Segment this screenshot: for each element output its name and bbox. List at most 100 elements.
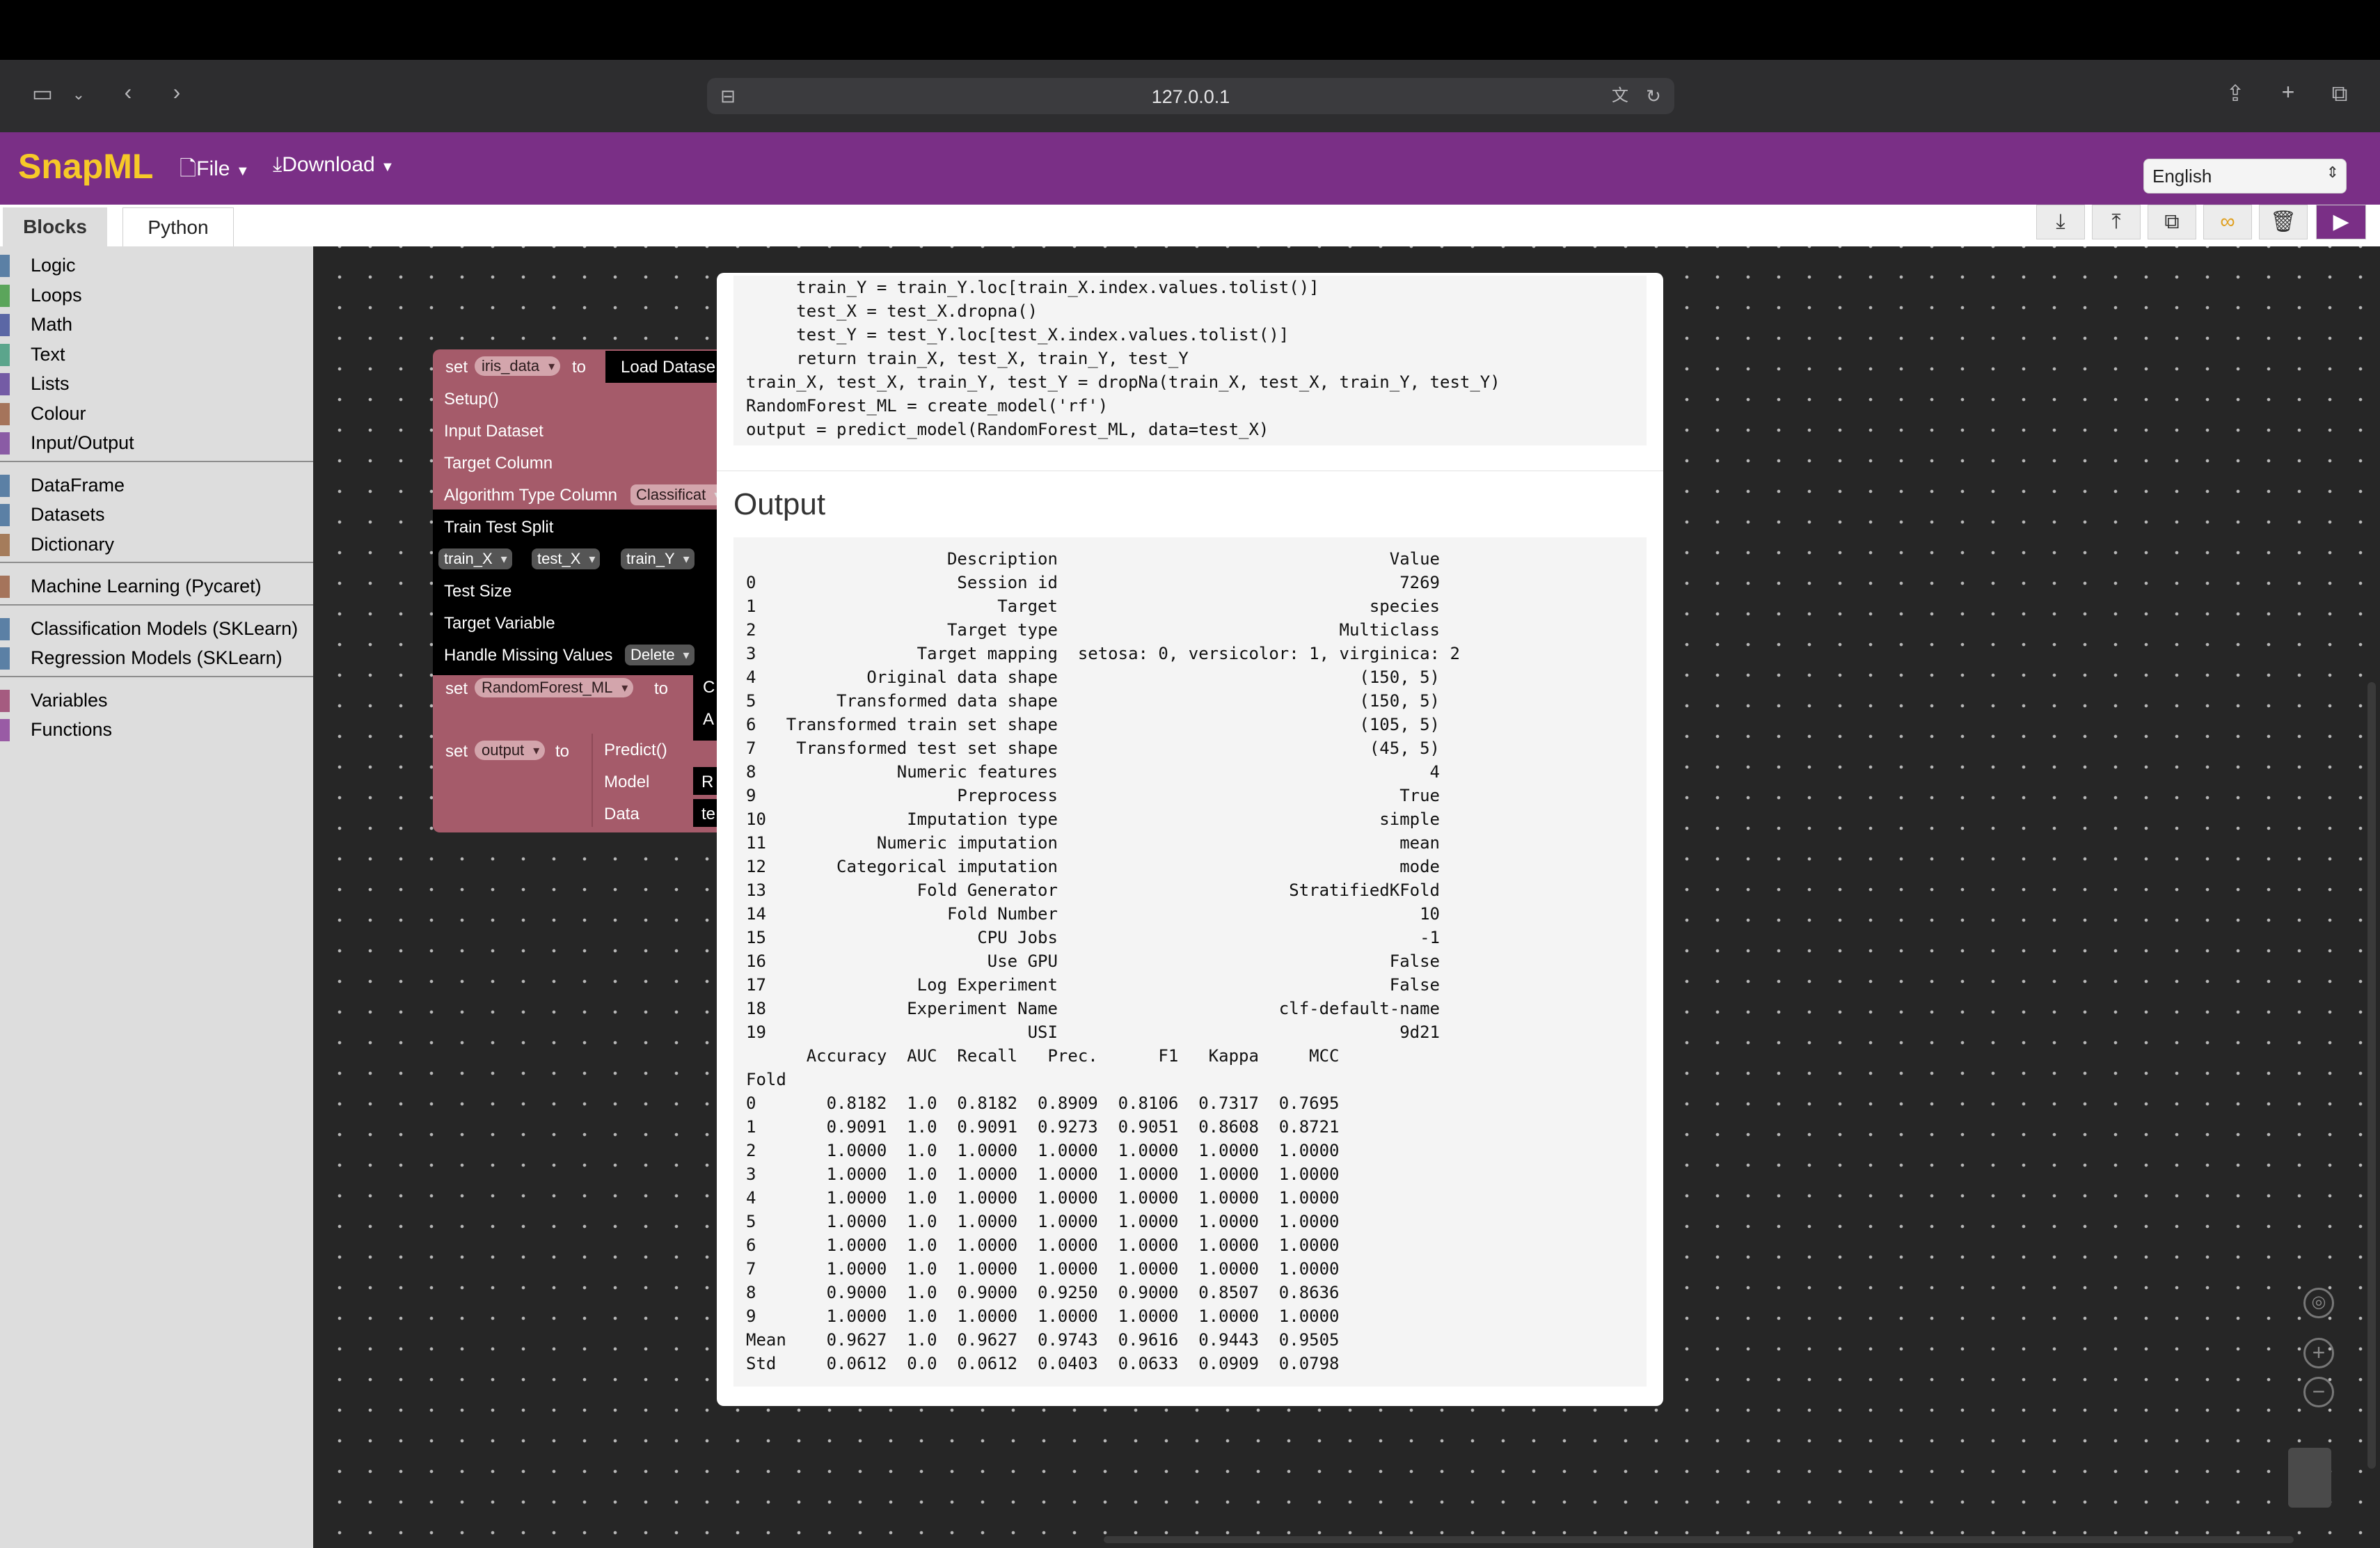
test-x-dropdown[interactable]: test_X — [532, 548, 601, 569]
sidebar-item-dataframe[interactable]: DataFrame — [0, 472, 313, 500]
train-y-dropdown[interactable]: train_Y — [621, 548, 695, 569]
data-input-value: te — [701, 805, 716, 823]
target-column-label: Target Column — [444, 454, 553, 473]
translate-icon[interactable]: 文 — [1606, 82, 1634, 110]
randomforest-dropdown[interactable]: RandomForest_ML — [475, 678, 634, 697]
category-color-swatch — [0, 474, 10, 497]
sidebar-item-loops[interactable]: Loops — [0, 282, 313, 310]
sidebar-item-label: Dictionary — [31, 533, 115, 555]
tab-bar — [0, 205, 2380, 247]
language-select[interactable]: English ⇕ — [2143, 159, 2347, 194]
sidebar-item-classification-models-sklearn[interactable]: Classification Models (SKLearn) — [0, 615, 313, 643]
os-top-bar — [0, 0, 2380, 60]
create-model-c: C — [703, 678, 715, 697]
chevron-down-icon[interactable]: ⌄ — [68, 81, 89, 109]
category-color-swatch — [0, 255, 10, 277]
share-icon[interactable]: ⇪ — [2220, 79, 2251, 107]
sidebar-item-colour[interactable]: Colour — [0, 400, 313, 428]
file-menu-label: File — [196, 157, 230, 180]
sidebar-item-label: Loops — [31, 284, 82, 306]
language-value: English — [2152, 166, 2212, 187]
back-icon[interactable]: ‹ — [116, 78, 141, 106]
sidebar-item-label: Lists — [31, 373, 70, 394]
sidebar-item-label: Regression Models (SKLearn) — [31, 647, 283, 668]
sidebar-item-dictionary[interactable]: Dictionary — [0, 531, 313, 559]
address-bar[interactable]: ⊟ 127.0.0.1 文 ↻ — [707, 78, 1674, 114]
setup-label: Setup() — [444, 390, 499, 409]
iris-data-dropdown[interactable]: iris_data — [475, 356, 561, 376]
category-color-swatch — [0, 504, 10, 526]
python-code-block: train_Y = train_Y.loc[train_X.index.valu… — [733, 276, 1647, 445]
app-logo: SnapML — [18, 147, 154, 186]
test-size-label: Test Size — [444, 582, 512, 601]
zoom-in-icon[interactable]: + — [2303, 1338, 2334, 1368]
recenter-icon[interactable]: ◎ — [2303, 1288, 2334, 1318]
sidebar-item-regression-models-sklearn[interactable]: Regression Models (SKLearn) — [0, 645, 313, 672]
save-icon[interactable]: ⤓ — [2036, 205, 2085, 239]
category-color-swatch — [0, 314, 10, 336]
to-keyword: to — [572, 358, 587, 377]
input-dataset-label: Input Dataset — [444, 422, 544, 441]
set-keyword: set — [445, 358, 468, 377]
sidebar-item-math[interactable]: Math — [0, 311, 313, 339]
tab-python[interactable]: Python — [122, 207, 234, 246]
category-color-swatch — [0, 533, 10, 556]
download-menu[interactable]: ⤓Download ▼ — [273, 153, 395, 177]
sidebar-separator — [0, 460, 313, 462]
sidebar-item-label: Datasets — [31, 504, 105, 525]
new-tab-icon[interactable]: + — [2273, 78, 2303, 106]
workspace-trash-icon[interactable] — [2288, 1448, 2331, 1508]
train-x-dropdown[interactable]: train_X — [438, 548, 512, 569]
output-dropdown[interactable]: output — [475, 741, 546, 760]
caret-down-icon: ▼ — [235, 164, 250, 179]
set-keyword-rf: set — [445, 679, 468, 698]
vertical-scrollbar[interactable] — [2367, 682, 2376, 1469]
zoom-out-icon[interactable]: − — [2303, 1377, 2334, 1407]
sidebar-item-label: Variables — [31, 689, 108, 711]
output-panel[interactable]: train_Y = train_Y.loc[train_X.index.valu… — [717, 273, 1663, 1406]
run-button[interactable]: ▶ — [2316, 205, 2366, 239]
train-test-split-label: Train Test Split — [444, 518, 554, 537]
url-text: 127.0.0.1 — [1151, 86, 1230, 107]
sidebar-item-label: Colour — [31, 402, 86, 424]
reload-icon[interactable]: ↻ — [1640, 82, 1667, 110]
forward-icon[interactable]: › — [164, 78, 189, 106]
sidebar-item-text[interactable]: Text — [0, 341, 313, 369]
horizontal-scrollbar[interactable] — [1104, 1536, 2294, 1543]
copy-icon[interactable]: ⧉ — [2148, 205, 2196, 239]
sidebar-item-label: Functions — [31, 719, 113, 740]
sidebar-item-logic[interactable]: Logic — [0, 252, 313, 280]
sidebar-toggle-icon[interactable]: ▭ — [26, 79, 58, 107]
sidebar-separator — [0, 675, 313, 677]
output-results-block: Description Value 0 Session id 7269 1 Ta… — [733, 537, 1647, 1387]
download-icon: ⤓ — [273, 153, 283, 176]
sidebar-item-variables[interactable]: Variables — [0, 687, 313, 715]
sidebar-item-datasets[interactable]: Datasets — [0, 501, 313, 529]
sidebar-item-label: Math — [31, 314, 73, 335]
load-dataset-label: Load Datase — [621, 358, 716, 377]
output-results-text: Description Value 0 Session id 7269 1 Ta… — [746, 549, 1460, 1373]
model-input-value: R — [701, 773, 714, 791]
predict-label: Predict() — [604, 741, 667, 759]
sidebar-item-lists[interactable]: Lists — [0, 370, 313, 398]
trash-icon[interactable]: 🗑 — [2259, 205, 2308, 239]
link-icon[interactable]: ∞ — [2203, 205, 2252, 239]
category-color-swatch — [0, 402, 10, 425]
tab-blocks[interactable]: Blocks — [3, 207, 107, 246]
sidebar-item-label: DataFrame — [31, 474, 125, 496]
caret-down-icon: ▼ — [381, 159, 395, 175]
upload-icon[interactable]: ⤒ — [2092, 205, 2141, 239]
sidebar-item-label: Logic — [31, 255, 76, 276]
algorithm-type-label: Algorithm Type Column — [444, 486, 617, 505]
tab-overview-icon[interactable]: ⧉ — [2324, 79, 2355, 107]
algorithm-type-dropdown[interactable]: Classificat — [630, 484, 726, 505]
download-menu-label: Download — [282, 153, 375, 176]
category-color-swatch — [0, 719, 10, 741]
category-color-swatch — [0, 689, 10, 712]
model-label: Model — [604, 773, 650, 791]
sidebar-item-machine-learning-pycaret[interactable]: Machine Learning (Pycaret) — [0, 573, 313, 601]
missing-values-dropdown[interactable]: Delete — [625, 645, 695, 665]
sidebar-item-functions[interactable]: Functions — [0, 716, 313, 744]
sidebar-item-input-output[interactable]: Input/Output — [0, 429, 313, 457]
file-menu[interactable]: 🗋File ▼ — [180, 153, 250, 189]
